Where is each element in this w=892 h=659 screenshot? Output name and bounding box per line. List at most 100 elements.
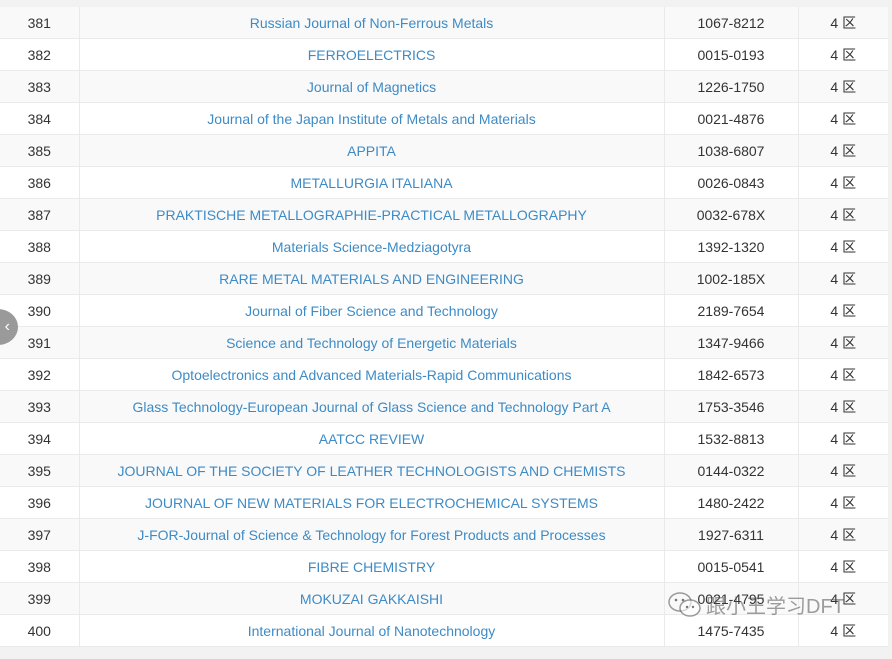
journal-title-cell: Journal of Fiber Science and Technology [79, 294, 665, 327]
issn: 0144-0322 [664, 454, 799, 487]
journal-title-link[interactable]: Glass Technology-European Journal of Gla… [132, 399, 610, 415]
issn: 1927-6311 [664, 518, 799, 551]
journal-title-cell: International Journal of Nanotechnology [79, 614, 665, 647]
table-row: 394 AATCC REVIEW 1532-8813 4 区 [0, 422, 888, 455]
table-row: 398 FIBRE CHEMISTRY 0015-0541 4 区 [0, 550, 888, 583]
zone: 4 区 [798, 102, 888, 135]
table-row: 387 PRAKTISCHE METALLOGRAPHIE-PRACTICAL … [0, 198, 888, 231]
journal-title-cell: Optoelectronics and Advanced Materials-R… [79, 358, 665, 391]
issn: 1392-1320 [664, 230, 799, 263]
journal-title-link[interactable]: FIBRE CHEMISTRY [308, 559, 435, 575]
zone: 4 区 [798, 422, 888, 455]
zone: 4 区 [798, 262, 888, 295]
row-number: 395 [0, 454, 80, 487]
chevron-left-icon: ‹ [4, 318, 10, 335]
table-row: 382 FERROELECTRICS 0015-0193 4 区 [0, 38, 888, 71]
row-number: 386 [0, 166, 80, 199]
issn: 1226-1750 [664, 70, 799, 103]
row-number: 400 [0, 614, 80, 647]
issn: 0015-0193 [664, 38, 799, 71]
journal-title-link[interactable]: International Journal of Nanotechnology [248, 623, 496, 639]
zone: 4 区 [798, 230, 888, 263]
zone: 4 区 [798, 518, 888, 551]
table-row: 388 Materials Science-Medziagotyra 1392-… [0, 230, 888, 263]
row-number: 383 [0, 70, 80, 103]
journal-title-cell: Materials Science-Medziagotyra [79, 230, 665, 263]
issn: 0021-4876 [664, 102, 799, 135]
table-row: 390 Journal of Fiber Science and Technol… [0, 294, 888, 327]
table-row: 385 APPITA 1038-6807 4 区 [0, 134, 888, 167]
issn: 1038-6807 [664, 134, 799, 167]
journal-title-link[interactable]: APPITA [347, 143, 396, 159]
table-row: 399 MOKUZAI GAKKAISHI 0021-4795 4 区 [0, 582, 888, 615]
journal-title-link[interactable]: MOKUZAI GAKKAISHI [300, 591, 443, 607]
row-number: 399 [0, 582, 80, 615]
journal-title-cell: Journal of the Japan Institute of Metals… [79, 102, 665, 135]
journal-title-link[interactable]: Materials Science-Medziagotyra [272, 239, 471, 255]
journal-title-cell: Journal of Magnetics [79, 70, 665, 103]
table-row: 397 J-FOR-Journal of Science & Technolog… [0, 518, 888, 551]
journal-table: 381 Russian Journal of Non-Ferrous Metal… [0, 7, 888, 647]
zone: 4 区 [798, 486, 888, 519]
journal-title-link[interactable]: JOURNAL OF THE SOCIETY OF LEATHER TECHNO… [118, 463, 626, 479]
journal-title-cell: Science and Technology of Energetic Mate… [79, 326, 665, 359]
row-number: 393 [0, 390, 80, 423]
journal-title-cell: JOURNAL OF NEW MATERIALS FOR ELECTROCHEM… [79, 486, 665, 519]
row-number: 392 [0, 358, 80, 391]
zone: 4 区 [798, 166, 888, 199]
journal-title-link[interactable]: Optoelectronics and Advanced Materials-R… [172, 367, 572, 383]
row-number: 398 [0, 550, 80, 583]
row-number: 389 [0, 262, 80, 295]
journal-title-cell: Russian Journal of Non-Ferrous Metals [79, 7, 665, 39]
journal-title-link[interactable]: Science and Technology of Energetic Mate… [226, 335, 517, 351]
row-number: 388 [0, 230, 80, 263]
issn: 1002-185X [664, 262, 799, 295]
table-row: 391 Science and Technology of Energetic … [0, 326, 888, 359]
journal-title-link[interactable]: Journal of Magnetics [307, 79, 436, 95]
journal-title-link[interactable]: PRAKTISCHE METALLOGRAPHIE-PRACTICAL META… [156, 207, 587, 223]
issn: 0032-678X [664, 198, 799, 231]
table-row: 384 Journal of the Japan Institute of Me… [0, 102, 888, 135]
journal-title-link[interactable]: Journal of Fiber Science and Technology [245, 303, 498, 319]
journal-title-cell: RARE METAL MATERIALS AND ENGINEERING [79, 262, 665, 295]
zone: 4 区 [798, 134, 888, 167]
journal-title-cell: Glass Technology-European Journal of Gla… [79, 390, 665, 423]
zone: 4 区 [798, 390, 888, 423]
issn: 1347-9466 [664, 326, 799, 359]
journal-title-cell: FERROELECTRICS [79, 38, 665, 71]
journal-title-link[interactable]: FERROELECTRICS [308, 47, 436, 63]
journal-title-link[interactable]: JOURNAL OF NEW MATERIALS FOR ELECTROCHEM… [145, 495, 598, 511]
zone: 4 区 [798, 294, 888, 327]
journal-title-cell: J-FOR-Journal of Science & Technology fo… [79, 518, 665, 551]
table-row: 383 Journal of Magnetics 1226-1750 4 区 [0, 70, 888, 103]
journal-title-cell: METALLURGIA ITALIANA [79, 166, 665, 199]
zone: 4 区 [798, 7, 888, 39]
journal-title-cell: MOKUZAI GAKKAISHI [79, 582, 665, 615]
page-bottom [0, 649, 892, 659]
row-number: 396 [0, 486, 80, 519]
table-row: 386 METALLURGIA ITALIANA 0026-0843 4 区 [0, 166, 888, 199]
journal-title-link[interactable]: Journal of the Japan Institute of Metals… [207, 111, 535, 127]
journal-title-link[interactable]: RARE METAL MATERIALS AND ENGINEERING [219, 271, 524, 287]
journal-title-link[interactable]: METALLURGIA ITALIANA [290, 175, 452, 191]
table-row: 381 Russian Journal of Non-Ferrous Metal… [0, 7, 888, 39]
issn: 1753-3546 [664, 390, 799, 423]
row-number: 381 [0, 7, 80, 39]
table-row: 389 RARE METAL MATERIALS AND ENGINEERING… [0, 262, 888, 295]
zone: 4 区 [798, 582, 888, 615]
journal-title-cell: JOURNAL OF THE SOCIETY OF LEATHER TECHNO… [79, 454, 665, 487]
zone: 4 区 [798, 550, 888, 583]
journal-title-cell: PRAKTISCHE METALLOGRAPHIE-PRACTICAL META… [79, 198, 665, 231]
journal-title-link[interactable]: Russian Journal of Non-Ferrous Metals [250, 15, 494, 31]
table-row: 396 JOURNAL OF NEW MATERIALS FOR ELECTRO… [0, 486, 888, 519]
zone: 4 区 [798, 358, 888, 391]
journal-title-link[interactable]: AATCC REVIEW [319, 431, 425, 447]
issn: 2189-7654 [664, 294, 799, 327]
journal-title-link[interactable]: J-FOR-Journal of Science & Technology fo… [137, 527, 605, 543]
row-number: 387 [0, 198, 80, 231]
issn: 0021-4795 [664, 582, 799, 615]
issn: 1532-8813 [664, 422, 799, 455]
zone: 4 区 [798, 614, 888, 647]
zone: 4 区 [798, 70, 888, 103]
zone: 4 区 [798, 454, 888, 487]
